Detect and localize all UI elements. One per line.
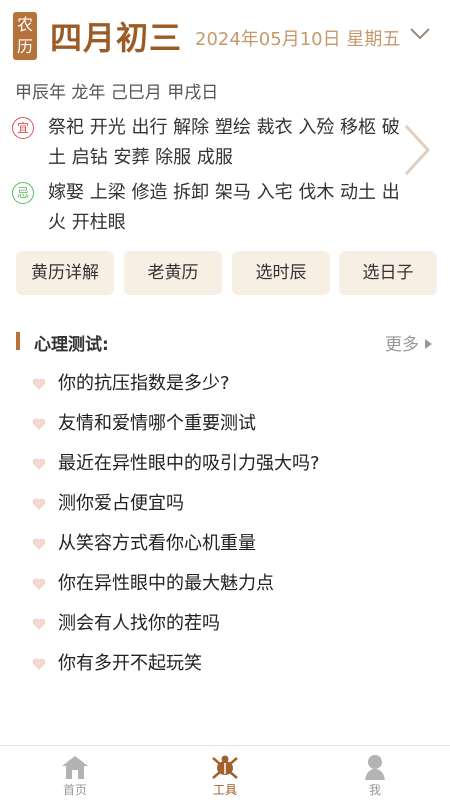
tab-profile-label: 我 xyxy=(368,783,381,797)
home-icon xyxy=(62,756,88,779)
list-item-label: 最近在异性眼中的吸引力强大吗? xyxy=(58,453,320,474)
section-bar xyxy=(16,332,20,350)
heart-icon xyxy=(32,378,46,390)
choose-day-button[interactable]: 选日子 xyxy=(339,251,437,295)
tools-icon xyxy=(212,755,238,779)
ganzhi-date: 甲辰年 龙年 己巳月 甲戌日 xyxy=(15,83,219,103)
psych-test-header: 心理测试: 更多 xyxy=(16,330,436,355)
heart-icon xyxy=(32,618,46,630)
heart-icon xyxy=(32,578,46,590)
tab-profile[interactable]: 我 xyxy=(300,746,450,800)
list-item[interactable]: 你有多开不起玩笑 xyxy=(30,644,430,684)
chevron-right-icon[interactable] xyxy=(400,122,432,178)
list-item-label: 你在异性眼中的最大魅力点 xyxy=(58,573,274,594)
list-item[interactable]: 你的抗压指数是多少? xyxy=(30,364,430,404)
list-item-label: 友情和爱情哪个重要测试 xyxy=(58,413,256,434)
heart-icon xyxy=(32,498,46,510)
list-item[interactable]: 你在异性眼中的最大魅力点 xyxy=(30,564,430,604)
section-title: 心理测试: xyxy=(34,335,109,355)
list-item-label: 你有多开不起玩笑 xyxy=(58,653,202,674)
yi-text: 祭祀 开光 出行 解除 塑绘 裁衣 入殓 移柩 破土 启钻 安葬 除服 成服 xyxy=(48,117,400,168)
list-item[interactable]: 测会有人找你的茬吗 xyxy=(30,604,430,644)
chevron-down-icon[interactable] xyxy=(408,24,432,44)
ji-section: 忌 嫁娶 上梁 修造 拆卸 架马 入宅 伐木 动土 出火 开柱眼 xyxy=(12,178,412,240)
solar-date[interactable]: 2024年05月10日 星期五 xyxy=(195,25,400,51)
profile-icon xyxy=(365,755,385,780)
yi-section: 宜 祭祀 开光 出行 解除 塑绘 裁衣 入殓 移柩 破土 启钻 安葬 除服 成服 xyxy=(12,113,412,175)
list-item-label: 你的抗压指数是多少? xyxy=(58,373,230,394)
tab-tools-label: 工具 xyxy=(212,783,237,797)
tool-buttons: 黄历详解 老黄历 选时辰 选日子 xyxy=(16,251,437,295)
lunar-date: 四月初三 xyxy=(50,19,183,57)
list-item[interactable]: 测你爱占便宜吗 xyxy=(30,484,430,524)
heart-icon xyxy=(32,538,46,550)
tab-tools[interactable]: 工具 xyxy=(150,746,300,800)
more-link[interactable]: 更多 xyxy=(385,330,432,355)
ji-text: 嫁娶 上梁 修造 拆卸 架马 入宅 伐木 动土 出火 开柱眼 xyxy=(48,182,400,233)
triangle-right-icon xyxy=(425,339,432,349)
list-item[interactable]: 从笑容方式看你心机重量 xyxy=(30,524,430,564)
tab-home-label: 首页 xyxy=(62,783,87,797)
heart-icon xyxy=(32,658,46,670)
list-item[interactable]: 最近在异性眼中的吸引力强大吗? xyxy=(30,444,430,484)
lunar-badge: 农历 xyxy=(13,12,37,60)
list-item-label: 测你爱占便宜吗 xyxy=(58,493,184,514)
bottom-tab-bar: 首页 工具 我 xyxy=(0,745,450,800)
header: 农历 四月初三 2024年05月10日 星期五 xyxy=(0,0,450,76)
list-item-label: 从笑容方式看你心机重量 xyxy=(58,533,256,554)
more-label: 更多 xyxy=(385,335,419,355)
huangli-detail-button[interactable]: 黄历详解 xyxy=(16,251,114,295)
heart-icon xyxy=(32,458,46,470)
psych-test-list: 你的抗压指数是多少? 友情和爱情哪个重要测试 最近在异性眼中的吸引力强大吗? 测… xyxy=(30,364,430,684)
tab-home[interactable]: 首页 xyxy=(0,746,150,800)
ji-icon: 忌 xyxy=(12,182,34,204)
old-huangli-button[interactable]: 老黄历 xyxy=(124,251,222,295)
list-item[interactable]: 友情和爱情哪个重要测试 xyxy=(30,404,430,444)
list-item-label: 测会有人找你的茬吗 xyxy=(58,613,220,634)
yi-icon: 宜 xyxy=(12,117,34,139)
choose-hour-button[interactable]: 选时辰 xyxy=(232,251,330,295)
heart-icon xyxy=(32,418,46,430)
